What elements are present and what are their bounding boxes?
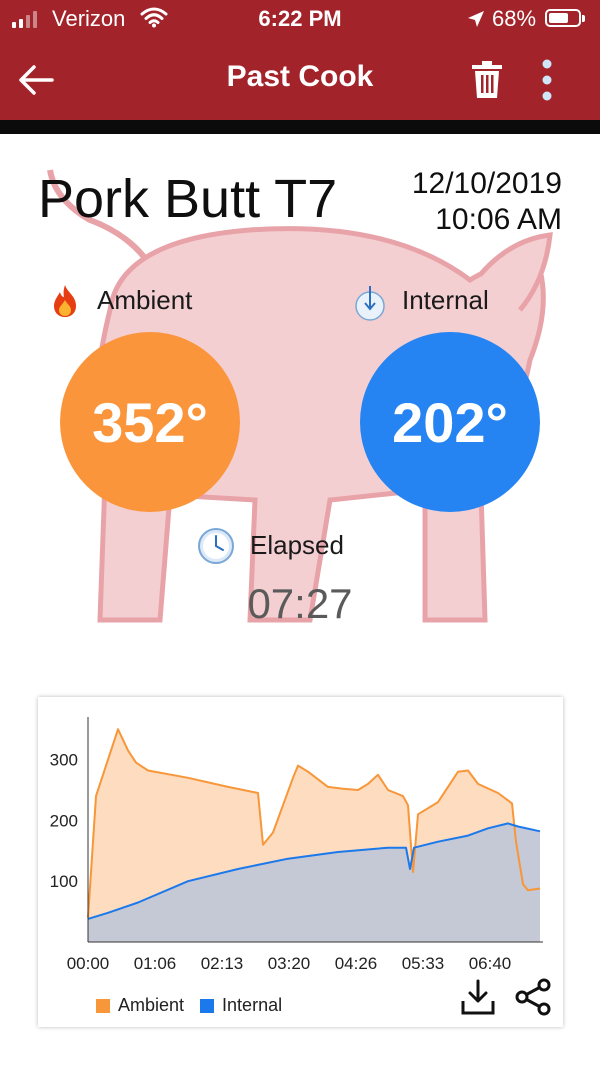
legend-internal-label: Internal: [222, 995, 283, 1015]
ambient-temp-circle: 352°: [60, 332, 240, 512]
internal-label: Internal: [402, 285, 489, 315]
temperature-chart: 100 200 300 00:00 01:06 02:13 03:20 04:26 05:33 0…: [50, 717, 543, 973]
x-tick-label: 02:13: [201, 954, 244, 973]
legend-internal-swatch: [200, 998, 215, 1013]
y-tick-label: 300: [50, 751, 78, 770]
y-tick-label: 100: [50, 872, 78, 891]
header-divider: [0, 120, 600, 134]
chart-legend: Ambient Internal: [96, 995, 298, 1016]
download-icon[interactable]: [460, 977, 496, 1017]
more-vertical-icon[interactable]: [532, 58, 562, 102]
trash-icon[interactable]: [470, 60, 504, 100]
x-tick-label: 00:00: [67, 954, 110, 973]
legend-internal: Internal: [200, 995, 282, 1016]
x-tick-label: 04:26: [335, 954, 378, 973]
cook-name: Pork Butt T7: [38, 169, 338, 229]
elapsed-label: Elapsed: [250, 530, 344, 560]
cook-datetime: 12/10/2019 10:06 AM: [412, 166, 562, 238]
y-tick-label: 200: [50, 811, 78, 830]
legend-ambient: Ambient: [96, 995, 184, 1016]
legend-ambient-swatch: [96, 998, 110, 1013]
elapsed-value: 07:27: [247, 580, 353, 627]
ambient-label: Ambient: [97, 285, 193, 315]
flame-icon: [54, 285, 76, 317]
app-bar: Past Cook: [0, 38, 600, 120]
cook-time: 10:06 AM: [435, 203, 562, 236]
location-icon: [468, 11, 484, 27]
battery-percent: 68%: [492, 6, 537, 31]
legend-ambient-label: Ambient: [118, 995, 185, 1015]
page-title: Past Cook: [226, 60, 374, 93]
status-bar: Verizon 6:22 PM 68%: [0, 0, 600, 38]
cook-date: 12/10/2019: [411, 167, 562, 200]
x-tick-label: 01:06: [134, 954, 177, 973]
internal-temp-circle: 202°: [360, 332, 540, 512]
clock-icon: [198, 528, 234, 564]
share-icon[interactable]: [514, 977, 552, 1017]
battery-icon: [545, 9, 581, 27]
x-tick-label: 05:33: [402, 954, 445, 973]
x-tick-label: 03:20: [268, 954, 311, 973]
battery-tip: [582, 15, 585, 22]
x-tick-label: 06:40: [469, 954, 512, 973]
temperature-chart-card: 100 200 300 00:00 01:06 02:13 03:20 04:26 05:33 0…: [38, 697, 563, 1027]
probe-icon: [355, 286, 385, 321]
